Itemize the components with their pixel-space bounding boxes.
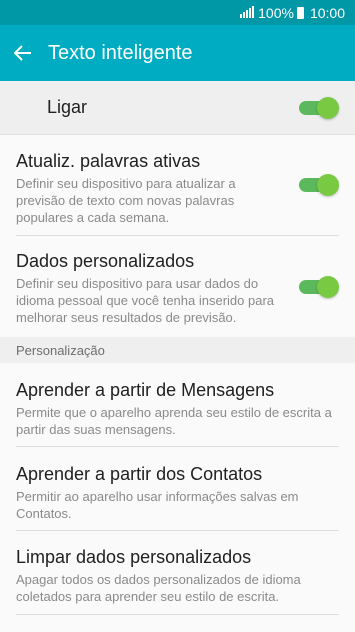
row-title: Dados personalizados	[16, 251, 195, 271]
toggle-knob	[317, 96, 339, 119]
master-switch-label: Ligar	[47, 97, 88, 117]
app-bar: Texto inteligente	[0, 25, 355, 81]
status-bar: 100% 10:00	[0, 0, 355, 25]
row-subtitle: Permite que o aparelho aprenda seu estil…	[16, 405, 332, 437]
personal-data-toggle[interactable]	[299, 275, 339, 298]
master-toggle[interactable]	[299, 96, 339, 119]
row-subtitle: Apagar todos os dados personalizados de …	[16, 572, 301, 604]
page-title: Texto inteligente	[48, 41, 193, 64]
row-subtitle: Definir seu dispositivo para atualizar a…	[16, 176, 236, 225]
row-subtitle: Definir seu dispositivo para usar dados …	[16, 276, 275, 325]
row-title: Atualiz. palavras ativas	[16, 151, 201, 171]
back-arrow-icon[interactable]	[0, 25, 46, 81]
toggle-knob	[317, 275, 339, 298]
toggle-knob	[317, 174, 339, 196]
row-clear-personal-data[interactable]: Limpar dados personalizados Apagar todos…	[16, 531, 339, 615]
row-learn-messages[interactable]: Aprender a partir de Mensagens Permite q…	[16, 363, 339, 447]
row-subtitle: Permitir ao aparelho usar informações sa…	[16, 489, 299, 521]
master-switch-row[interactable]: Ligar	[0, 81, 355, 135]
signal-icon	[240, 5, 255, 21]
row-learn-contacts[interactable]: Aprender a partir dos Contatos Permitir …	[16, 447, 339, 531]
row-title: Limpar dados personalizados	[16, 547, 252, 567]
row-personal-data[interactable]: Dados personalizados Definir seu disposi…	[16, 236, 339, 337]
battery-level: 100%	[258, 4, 294, 21]
row-update-active-words[interactable]: Atualiz. palavras ativas Definir seu dis…	[16, 135, 339, 236]
section-header-personalization: Personalização	[0, 337, 355, 363]
battery-icon	[296, 6, 304, 19]
row-title: Aprender a partir dos Contatos	[16, 464, 263, 484]
row-title: Aprender a partir de Mensagens	[16, 380, 275, 400]
clock: 10:00	[309, 4, 345, 21]
update-active-words-toggle[interactable]	[299, 174, 339, 196]
